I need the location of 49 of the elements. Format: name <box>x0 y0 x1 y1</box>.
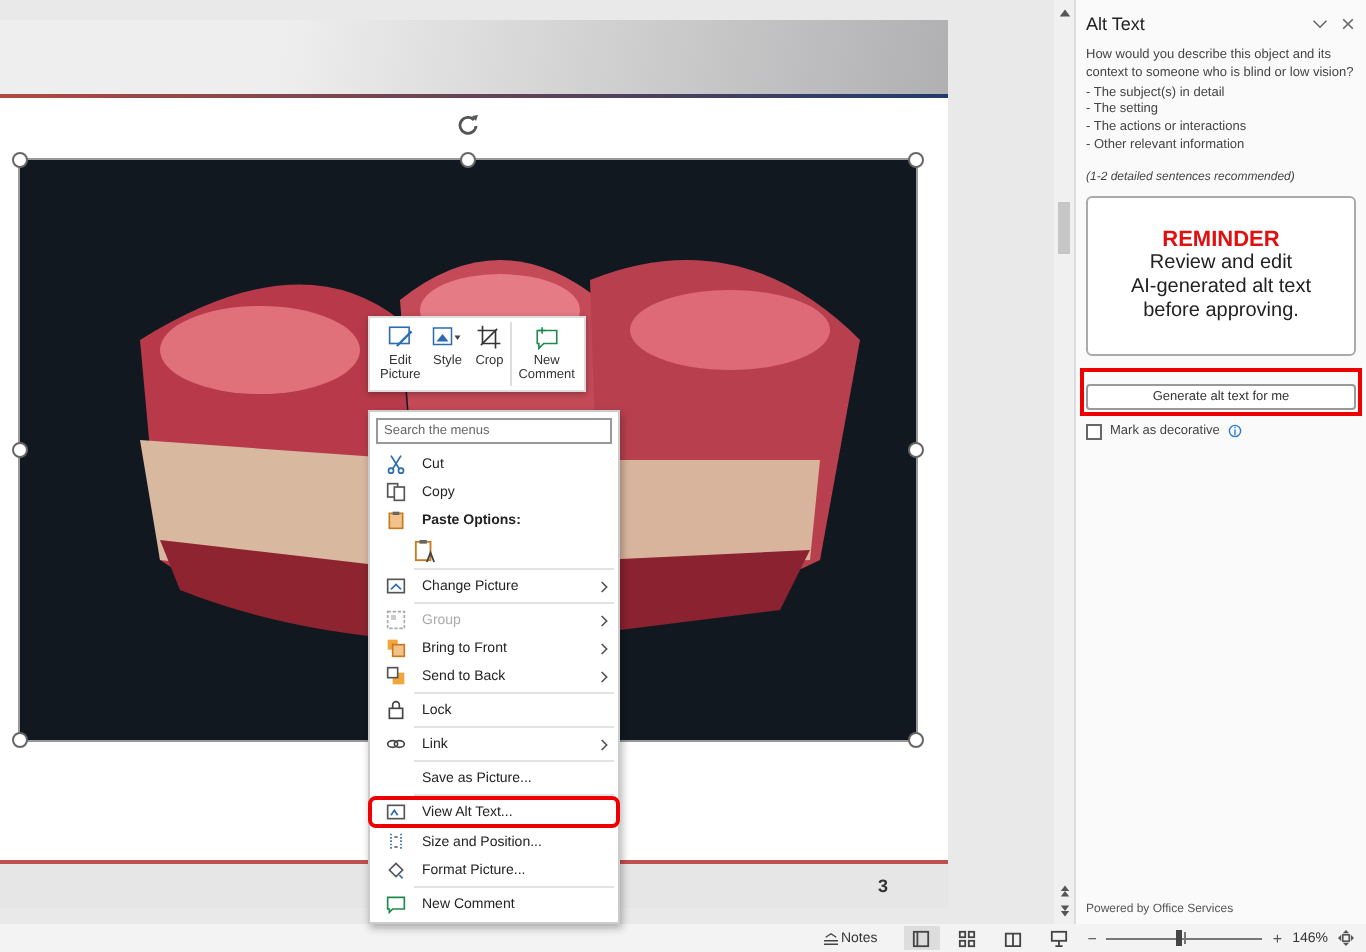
alt-text-field[interactable]: REMINDER Review and edit AI-generated alt text before approving. <box>1086 195 1356 356</box>
chevron-down-icon[interactable] <box>1312 16 1328 32</box>
notes-icon <box>822 931 841 945</box>
send-to-back-icon <box>386 666 406 686</box>
pencil-picture-icon <box>385 324 416 350</box>
checkbox[interactable] <box>1086 423 1102 440</box>
clipboard-icon <box>414 537 436 563</box>
slide-number: 3 <box>877 876 888 896</box>
change-picture-icon <box>386 576 406 596</box>
view-button[interactable] <box>903 926 940 950</box>
close-icon[interactable] <box>1340 16 1356 32</box>
alt-text-icon <box>386 802 406 822</box>
paint-bucket-icon <box>386 860 406 880</box>
scroll-thumb[interactable] <box>1058 202 1070 254</box>
resize-handle[interactable] <box>460 152 476 168</box>
paste-picture-button[interactable] <box>414 537 436 563</box>
clipboard-icon <box>386 510 406 530</box>
zoom-in-button[interactable]: + <box>1272 929 1283 947</box>
zoom-slider[interactable] <box>1106 930 1263 946</box>
group-icon <box>386 610 406 630</box>
lock-icon <box>386 700 406 720</box>
size-position-icon <box>386 832 406 852</box>
pane-title: Alt Text <box>1086 14 1147 34</box>
zoom-out-button[interactable]: − <box>1087 929 1097 947</box>
crop-icon <box>474 324 505 350</box>
resize-handle[interactable] <box>908 152 924 168</box>
scroll-up-icon[interactable] <box>1057 6 1071 20</box>
book-icon <box>1004 929 1023 947</box>
next-slide-icon[interactable] <box>1057 904 1071 918</box>
resize-handle[interactable] <box>12 152 28 168</box>
picture-style-icon <box>432 324 463 350</box>
copy-icon <box>386 482 406 502</box>
bring-to-front-icon <box>386 638 406 658</box>
resize-handle[interactable] <box>12 442 28 458</box>
scissors-icon <box>386 454 406 474</box>
rotate-handle-icon[interactable] <box>456 112 480 136</box>
link-icon <box>386 734 406 754</box>
previous-slide-icon[interactable] <box>1057 884 1071 898</box>
resize-handle[interactable] <box>908 442 924 458</box>
info-icon[interactable] <box>1227 424 1242 439</box>
comment-icon <box>386 894 406 914</box>
presentation-icon <box>1050 929 1069 947</box>
slider-thumb[interactable] <box>1175 930 1182 946</box>
resize-handle[interactable] <box>908 732 924 748</box>
grid-view-icon <box>958 929 977 947</box>
normal-view-icon <box>912 929 931 947</box>
comment-add-icon <box>531 324 562 350</box>
fit-to-window-icon[interactable] <box>1338 930 1354 946</box>
resize-handle[interactable] <box>12 732 28 748</box>
